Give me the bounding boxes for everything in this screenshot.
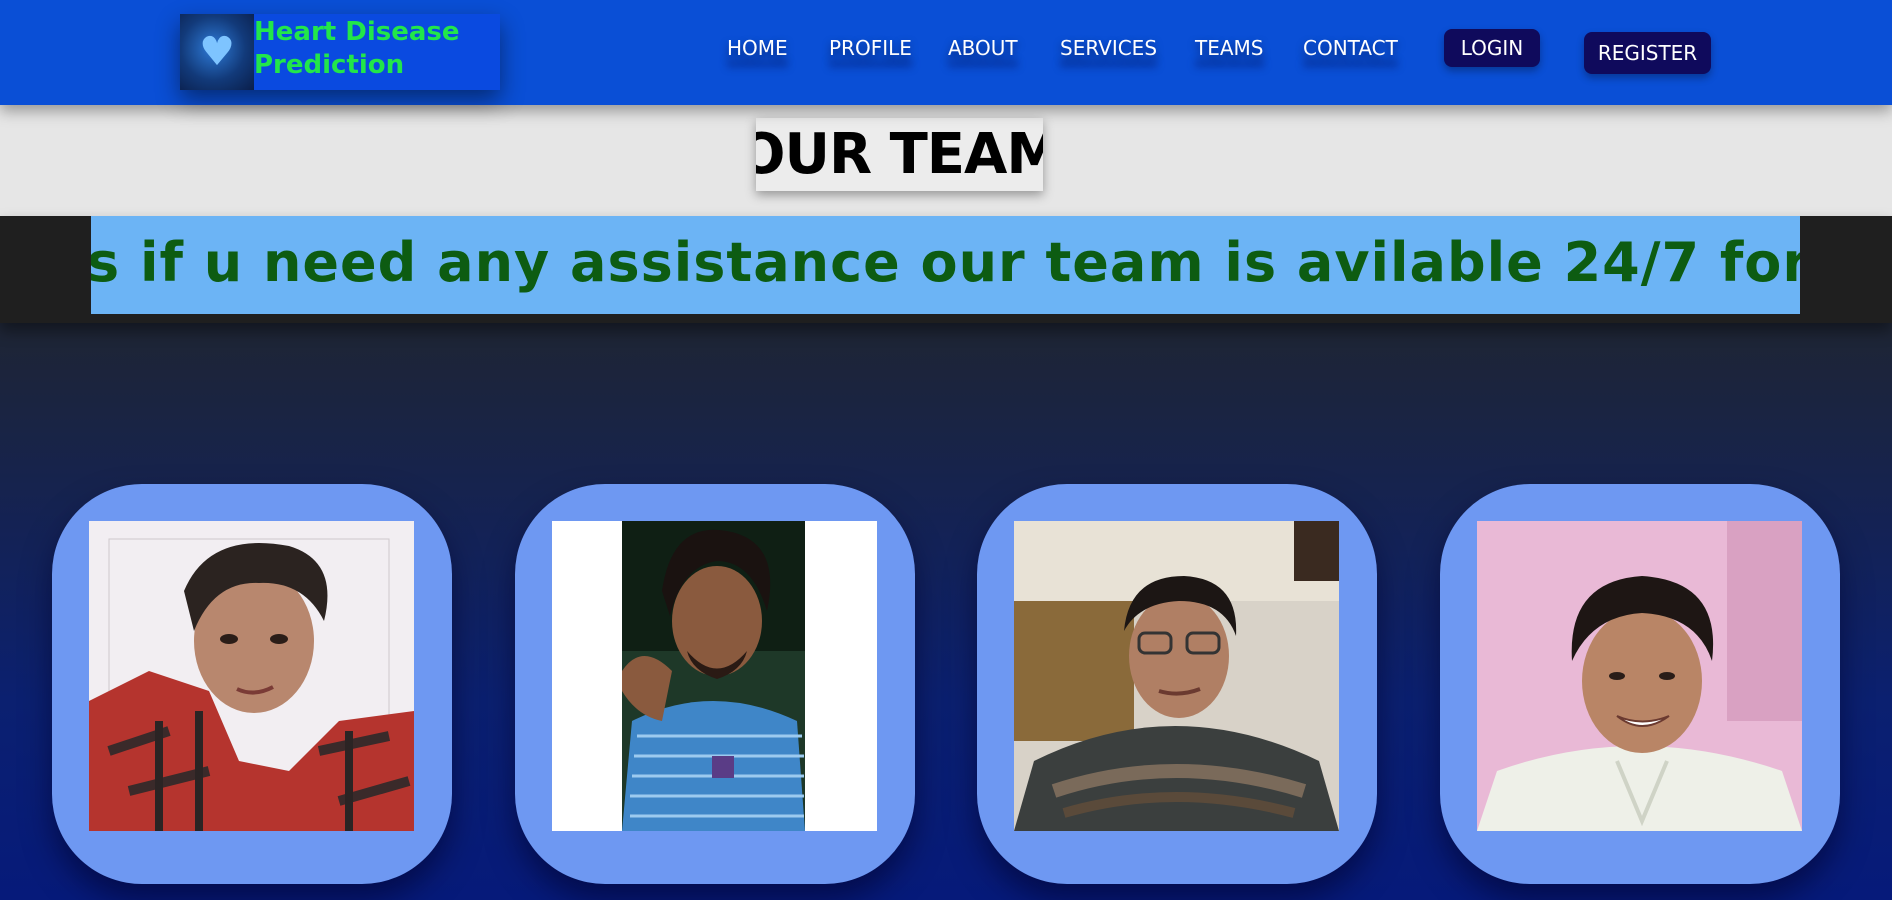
team-member-photo <box>552 521 877 831</box>
register-button[interactable]: REGISTER <box>1584 32 1711 74</box>
team-member-photo <box>1477 521 1802 831</box>
nav-profile[interactable]: PROFILE <box>829 36 912 60</box>
team-card <box>1440 484 1840 884</box>
marquee-text: s if u need any assistance our team is a… <box>91 231 1800 294</box>
team-card <box>52 484 452 884</box>
section-title: OUR TEAM <box>756 118 1043 191</box>
marquee-banner: s if u need any assistance our team is a… <box>91 216 1800 314</box>
nav-teams[interactable]: TEAMS <box>1195 36 1264 60</box>
login-button[interactable]: LOGIN <box>1444 29 1540 67</box>
team-member-photo <box>89 521 414 831</box>
team-card <box>515 484 915 884</box>
team-member-photo <box>1014 521 1339 831</box>
team-card <box>977 484 1377 884</box>
nav-contact[interactable]: CONTACT <box>1303 36 1398 60</box>
nav-home[interactable]: HOME <box>727 36 788 60</box>
nav-services[interactable]: SERVICES <box>1060 36 1157 60</box>
nav-about[interactable]: ABOUT <box>948 36 1018 60</box>
